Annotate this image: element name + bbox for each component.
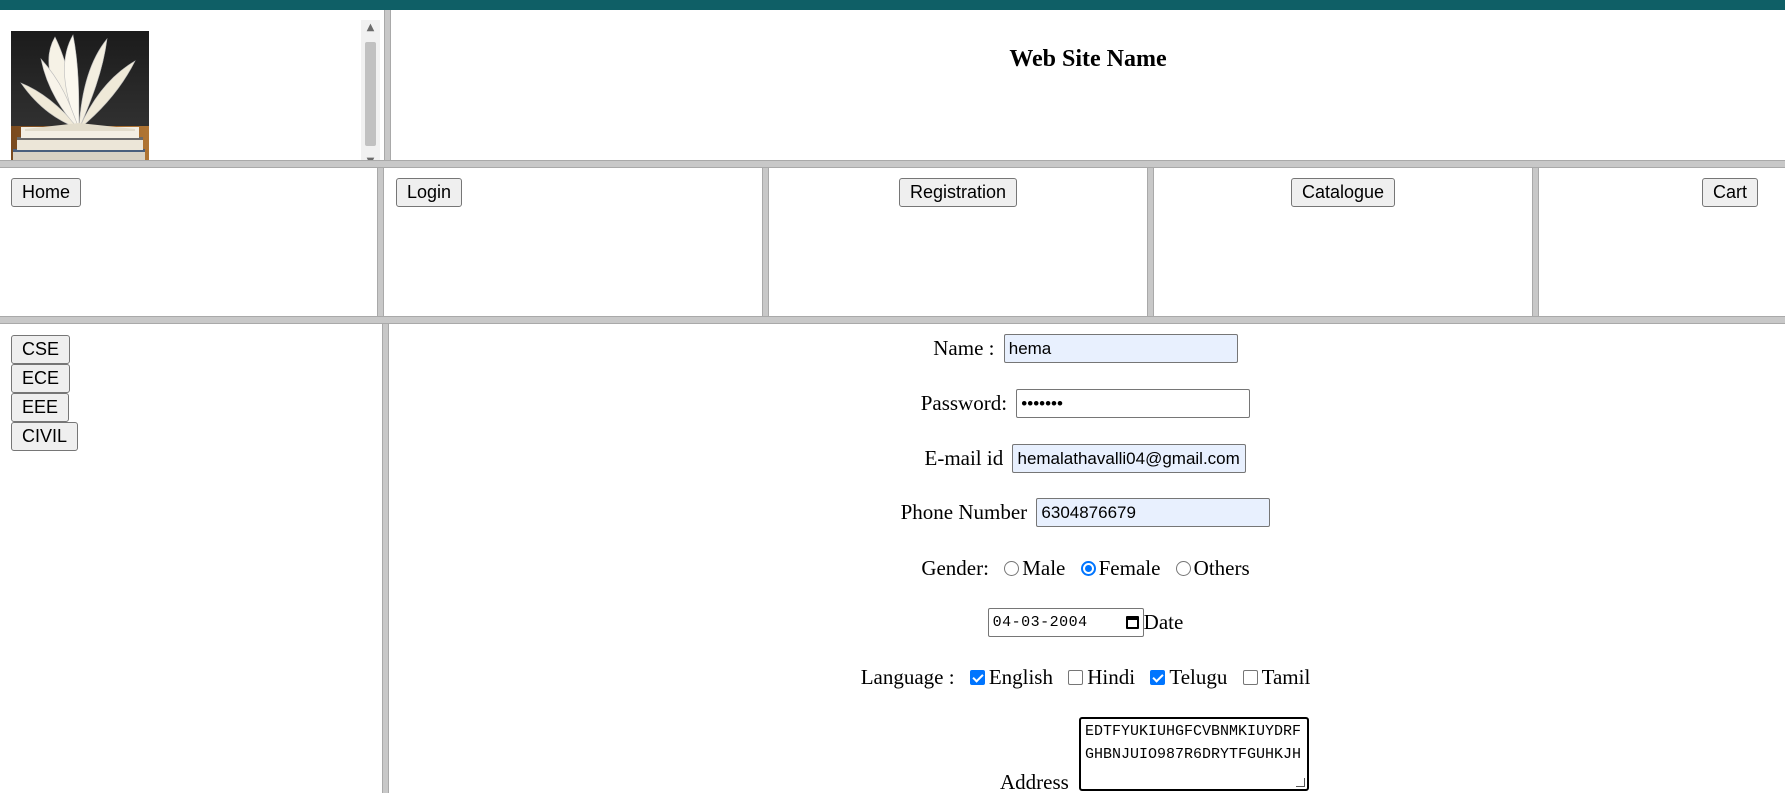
- email-input[interactable]: hemalathavalli04@gmail.com: [1012, 444, 1247, 473]
- login-button[interactable]: Login: [396, 178, 463, 207]
- email-label: E-mail id: [924, 446, 1004, 470]
- language-hindi-label: Hindi: [1087, 664, 1136, 689]
- logo-frame-scrollbar[interactable]: ▲ ▼: [361, 20, 380, 160]
- language-telugu-checkbox[interactable]: [1150, 669, 1166, 685]
- gender-male-label: Male: [1022, 555, 1066, 580]
- registration-button[interactable]: Registration: [899, 178, 1018, 207]
- nav-divider-4[interactable]: [1532, 168, 1539, 316]
- title-frame: Web Site Name: [391, 10, 1785, 160]
- nav-frame-catalogue: Catalogue: [1154, 168, 1532, 316]
- date-value: 04-03-2004: [992, 614, 1088, 631]
- phone-label: Phone Number: [900, 500, 1028, 524]
- main-vertical-divider[interactable]: [382, 324, 389, 793]
- language-label: Language :: [860, 664, 955, 689]
- nav-horizontal-divider[interactable]: [0, 316, 1785, 324]
- site-title: Web Site Name: [1009, 46, 1167, 72]
- address-textarea[interactable]: EDTFYUKIUHGFCVBNMKIUYDRFGHBNJUIO987R6DRY…: [1079, 717, 1309, 791]
- gender-others-radio[interactable]: [1175, 560, 1191, 576]
- scroll-up-arrow-icon[interactable]: ▲: [361, 20, 380, 36]
- nav-divider-3[interactable]: [1147, 168, 1154, 316]
- sidebar-item-ece[interactable]: ECE: [11, 364, 71, 393]
- address-label: Address: [1000, 770, 1069, 794]
- sidebar-item-cse[interactable]: CSE: [11, 335, 71, 364]
- language-tamil-label: Tamil: [1261, 664, 1311, 689]
- language-tamil-checkbox[interactable]: [1242, 669, 1258, 685]
- nav-frame-login: Login: [384, 168, 762, 316]
- language-english-checkbox[interactable]: [969, 669, 985, 685]
- nav-divider-1[interactable]: [377, 168, 384, 316]
- resize-grip-icon[interactable]: [1296, 778, 1305, 787]
- logo-frame: ▲ ▼: [0, 10, 380, 160]
- address-value: EDTFYUKIUHGFCVBNMKIUYDRFGHBNJUIO987R6DRY…: [1085, 723, 1302, 763]
- sidebar-frame: CSE ECE EEE CIVIL: [0, 324, 382, 793]
- cart-button[interactable]: Cart: [1702, 178, 1759, 207]
- language-telugu-label: Telugu: [1169, 664, 1228, 689]
- password-label: Password:: [920, 391, 1008, 415]
- language-hindi-checkbox[interactable]: [1068, 669, 1084, 685]
- date-of-birth-input[interactable]: 04-03-2004: [987, 608, 1144, 637]
- nav-frame-home: Home: [0, 168, 377, 316]
- password-input[interactable]: •••••••: [1016, 389, 1251, 418]
- language-english-label: English: [988, 664, 1053, 689]
- gender-female-label: Female: [1098, 555, 1161, 580]
- scrollbar-thumb[interactable]: [365, 42, 376, 146]
- date-label: Date: [1143, 610, 1184, 634]
- nav-frame-registration: Registration: [769, 168, 1147, 316]
- top-accent-bar: [0, 0, 1785, 10]
- calendar-icon[interactable]: [1125, 616, 1139, 629]
- gender-male-radio[interactable]: [1004, 560, 1020, 576]
- book-logo-image: [11, 31, 149, 160]
- phone-input[interactable]: 6304876679: [1036, 498, 1271, 527]
- header-vertical-divider[interactable]: [384, 10, 391, 160]
- nav-frame-cart: Cart: [1539, 168, 1785, 316]
- name-input[interactable]: hema: [1003, 334, 1238, 363]
- gender-female-radio[interactable]: [1080, 560, 1096, 576]
- header-horizontal-divider[interactable]: [0, 160, 1785, 168]
- nav-divider-2[interactable]: [762, 168, 769, 316]
- name-label: Name :: [933, 336, 995, 360]
- gender-label: Gender:: [921, 555, 989, 580]
- sidebar-item-eee[interactable]: EEE: [11, 393, 70, 422]
- home-button[interactable]: Home: [11, 178, 82, 207]
- gender-others-label: Others: [1193, 555, 1250, 580]
- catalogue-button[interactable]: Catalogue: [1291, 178, 1396, 207]
- sidebar-item-civil[interactable]: CIVIL: [11, 422, 79, 451]
